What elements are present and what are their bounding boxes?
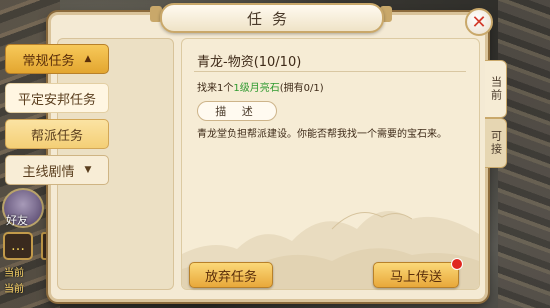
chevron-down-icon: ▼ xyxy=(84,165,92,175)
tab-label: 帮派任务 xyxy=(30,128,83,144)
abandon-quest-button[interactable]: 放弃任务 xyxy=(189,262,273,288)
requirement-item[interactable]: 1级月亮石 xyxy=(233,83,279,94)
divider xyxy=(194,71,466,72)
tab-label: 主线剧情 xyxy=(22,164,75,180)
tab-label: 常规任务 xyxy=(22,53,75,69)
quest-title: 青龙-物资(10/10) xyxy=(197,55,302,70)
chevron-up-icon: ▲ xyxy=(84,54,92,64)
teleport-button[interactable]: 马上传送 xyxy=(373,262,459,288)
notification-dot xyxy=(451,258,463,270)
tab-guild-tasks[interactable]: 帮派任务 xyxy=(5,119,109,149)
tab-current-quests[interactable]: 当前 xyxy=(485,60,507,118)
requirement-suffix: (拥有0/1) xyxy=(279,83,324,94)
tab-label: 平定安邦任务 xyxy=(17,92,96,108)
friends-label: 好友 xyxy=(6,214,28,227)
hud-current-label-2: 当前 xyxy=(4,284,24,295)
window-title: 任务 xyxy=(246,9,297,28)
hud-current-label: 当前 xyxy=(4,268,24,279)
tab-pacify-tasks[interactable]: 平定安邦任务 xyxy=(5,83,109,113)
quest-detail-panel: 青龙-物资(10/10) 找来1个1级月亮石(拥有0/1) 描 述 青龙堂负担帮… xyxy=(181,38,480,290)
close-icon: ✕ xyxy=(471,11,487,33)
tab-available-quests[interactable]: 可接 xyxy=(485,118,507,168)
quest-description: 青龙堂负担帮派建设。你能否帮我找一个需要的宝石来。 xyxy=(197,129,447,140)
close-button[interactable]: ✕ xyxy=(465,8,493,36)
tab-regular-tasks[interactable]: 常规任务 ▲ xyxy=(5,44,109,74)
quest-requirement: 找来1个1级月亮石(拥有0/1) xyxy=(197,79,324,94)
requirement-prefix: 找来1个 xyxy=(197,83,234,94)
window-title-bar: 任务 xyxy=(160,3,384,33)
chat-icon: … xyxy=(11,238,25,254)
description-label: 描 述 xyxy=(197,101,277,121)
tab-main-story[interactable]: 主线剧情 ▼ xyxy=(5,155,109,185)
chat-button[interactable]: … xyxy=(3,232,33,260)
